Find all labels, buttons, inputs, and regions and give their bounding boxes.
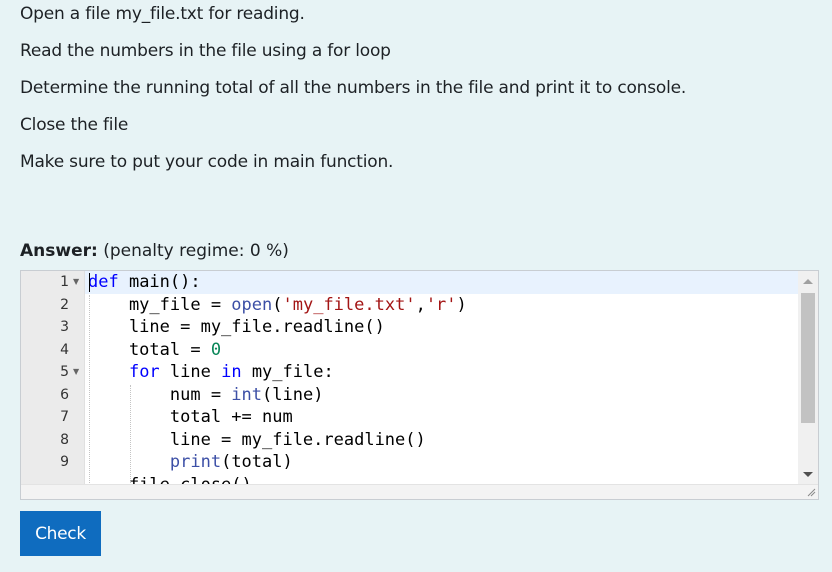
resize-grip-icon[interactable] xyxy=(806,487,816,497)
quiz-page: Open a file my_file.txt for reading. Rea… xyxy=(0,0,832,572)
code-line: my_file = open('my_file.txt','r') xyxy=(88,294,467,315)
code-line: total += num xyxy=(88,407,293,427)
editor-status-bar xyxy=(21,484,818,499)
penalty-regime-text: (penalty regime: 0 %) xyxy=(103,241,289,261)
fold-arrow-icon[interactable]: ▼ xyxy=(73,361,79,384)
line-number: 6 xyxy=(60,386,69,403)
scroll-down-arrow-icon[interactable] xyxy=(803,472,813,477)
code-line: line = my_file.readline() xyxy=(88,317,385,337)
instruction-line: Make sure to put your code in main funct… xyxy=(20,152,394,172)
code-text-area[interactable]: def main(): my_file = open('my_file.txt'… xyxy=(85,271,798,485)
code-line: num = int(line) xyxy=(88,384,324,405)
answer-header: Answer: (penalty regime: 0 %) xyxy=(20,240,289,262)
instruction-line: Determine the running total of all the n… xyxy=(20,78,687,98)
code-line: line = my_file.readline() xyxy=(88,429,426,450)
line-number: 2 xyxy=(60,296,69,313)
code-editor[interactable]: 1 ▼ 2 3 4 5 ▼ 6 7 8 9 def main(): my_fil… xyxy=(20,270,819,500)
check-button[interactable]: Check xyxy=(20,511,101,556)
line-number: 3 xyxy=(60,319,69,335)
line-number: 8 xyxy=(60,431,69,448)
line-number: 7 xyxy=(60,409,69,425)
answer-label: Answer: xyxy=(20,241,98,261)
line-number: 4 xyxy=(60,341,69,358)
fold-arrow-icon[interactable]: ▼ xyxy=(73,271,79,294)
instruction-line: Close the file xyxy=(20,115,129,135)
code-line: for line in my_file: xyxy=(128,362,334,382)
line-number: 5 xyxy=(60,364,69,380)
code-line: total = 0 xyxy=(88,339,222,360)
text-cursor xyxy=(89,273,90,292)
vertical-scrollbar[interactable] xyxy=(798,271,818,485)
scroll-up-arrow-icon[interactable] xyxy=(803,279,813,284)
instruction-line: Open a file my_file.txt for reading. xyxy=(20,4,305,24)
line-number-gutter: 1 ▼ 2 3 4 5 ▼ 6 7 8 9 xyxy=(21,271,85,485)
scrollbar-thumb[interactable] xyxy=(801,293,815,423)
line-number: 9 xyxy=(60,454,69,470)
code-line: print(total) xyxy=(169,452,293,472)
instruction-line: Read the numbers in the file using a for… xyxy=(20,41,391,61)
line-number: 1 xyxy=(60,274,69,290)
code-line: def main(): xyxy=(85,271,798,294)
